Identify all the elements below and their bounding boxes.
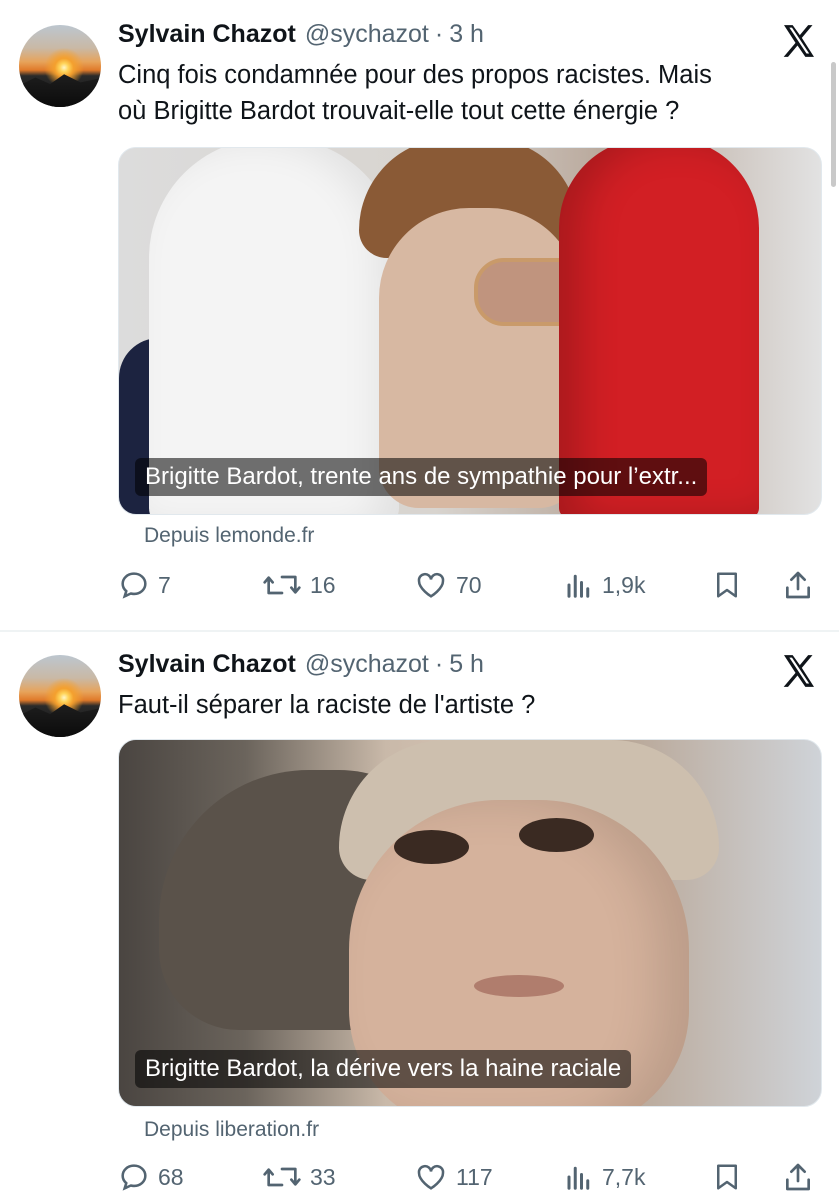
like-count: 70: [456, 571, 482, 598]
repost-icon: [263, 575, 301, 595]
tweet-text-line: où Brigitte Bardot trouvait-elle tout ce…: [118, 97, 680, 125]
views-count: 7,7k: [602, 1163, 646, 1190]
share-button[interactable]: [782, 565, 814, 605]
reply-count: 68: [158, 1163, 184, 1190]
lips: [474, 975, 564, 997]
author-handle[interactable]: @sychazot: [305, 650, 429, 679]
views-icon: [567, 574, 590, 598]
reply-icon: [121, 1164, 147, 1191]
share-icon: [786, 1163, 810, 1191]
tweet-2[interactable]: Sylvain Chazot @sychazot · 5 h Faut-il s…: [0, 632, 839, 1200]
media-caption: Brigitte Bardot, la dérive vers la haine…: [135, 1050, 632, 1088]
share-icon: [786, 571, 810, 599]
timestamp[interactable]: 3 h: [449, 20, 484, 49]
link-card-image[interactable]: Brigitte Bardot, la dérive vers la haine…: [118, 739, 822, 1107]
author-name[interactable]: Sylvain Chazot: [118, 20, 296, 49]
tweet-header: Sylvain Chazot @sychazot · 5 h: [118, 650, 484, 684]
right-eye: [519, 818, 594, 852]
tweet-text: Faut-il séparer la raciste de l'artiste …: [118, 687, 808, 723]
repost-button[interactable]: 16: [262, 565, 336, 605]
repost-icon: [263, 1167, 301, 1187]
reply-icon: [121, 572, 147, 599]
separator-dot: ·: [434, 20, 444, 48]
link-source[interactable]: Depuis lemonde.fr: [144, 524, 314, 548]
views-icon: [567, 1166, 590, 1190]
bookmark-icon: [717, 572, 737, 598]
action-bar: 7 16 70 1,9k: [118, 565, 820, 605]
action-bar: 68 33 117 7,7k: [118, 1157, 820, 1197]
bookmark-button[interactable]: [712, 1157, 742, 1197]
link-card-image[interactable]: Brigitte Bardot, trente ans de sympathie…: [118, 147, 822, 515]
tweet-text-line: Faut-il séparer la raciste de l'artiste …: [118, 691, 536, 719]
author-handle[interactable]: @sychazot: [305, 20, 429, 49]
reply-button[interactable]: 7: [118, 565, 171, 605]
views-count: 1,9k: [602, 571, 646, 598]
views-button[interactable]: 1,9k: [564, 565, 645, 605]
avatar[interactable]: [19, 25, 101, 107]
tweet-text: Cinq fois condamnée pour des propos raci…: [118, 57, 808, 129]
bookmark-icon: [717, 1164, 737, 1190]
x-logo-icon[interactable]: [778, 651, 820, 691]
like-button[interactable]: 70: [414, 565, 482, 605]
like-icon: [417, 1164, 445, 1190]
repost-count: 33: [310, 1163, 336, 1190]
separator-dot: ·: [434, 650, 444, 678]
tweet-text-line: Cinq fois condamnée pour des propos raci…: [118, 61, 712, 89]
bookmark-button[interactable]: [712, 565, 742, 605]
author-name[interactable]: Sylvain Chazot: [118, 650, 296, 679]
reply-count: 7: [158, 571, 171, 598]
repost-button[interactable]: 33: [262, 1157, 336, 1197]
tweet-header: Sylvain Chazot @sychazot · 3 h: [118, 20, 484, 54]
reply-button[interactable]: 68: [118, 1157, 184, 1197]
link-source[interactable]: Depuis liberation.fr: [144, 1118, 319, 1142]
repost-count: 16: [310, 571, 336, 598]
media-caption: Brigitte Bardot, trente ans de sympathie…: [135, 458, 708, 496]
like-button[interactable]: 117: [414, 1157, 493, 1197]
like-count: 117: [456, 1163, 493, 1190]
timestamp[interactable]: 5 h: [449, 650, 484, 679]
share-button[interactable]: [782, 1157, 814, 1197]
left-eye: [394, 830, 469, 864]
tweet-1[interactable]: Sylvain Chazot @sychazot · 3 h Cinq fois…: [0, 0, 839, 630]
x-logo-icon[interactable]: [778, 21, 820, 61]
like-icon: [417, 572, 445, 598]
views-button[interactable]: 7,7k: [564, 1157, 645, 1197]
avatar[interactable]: [19, 655, 101, 737]
